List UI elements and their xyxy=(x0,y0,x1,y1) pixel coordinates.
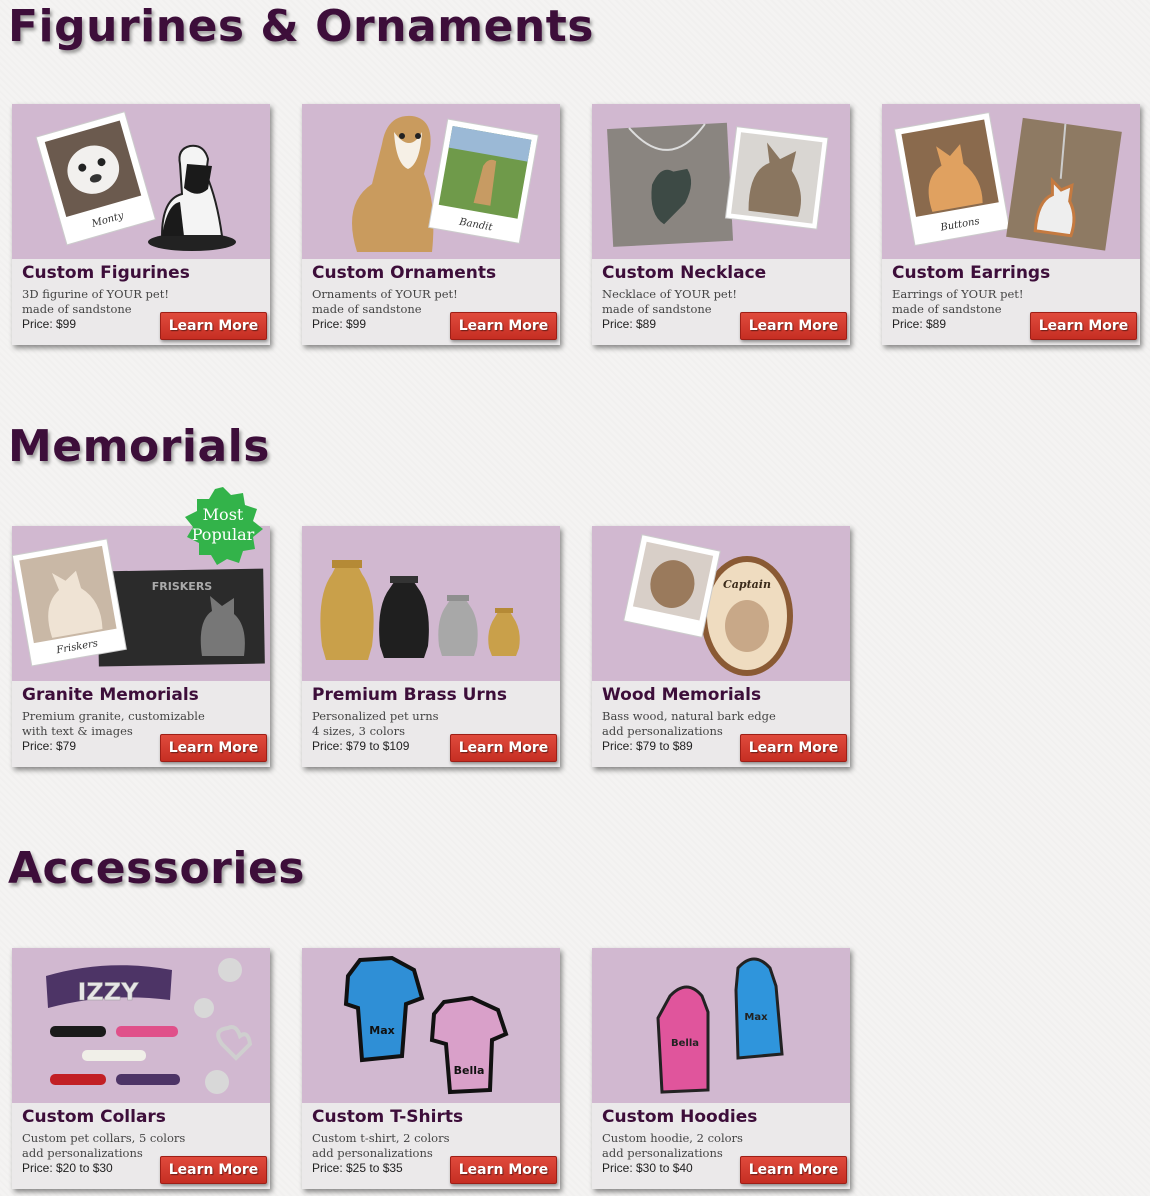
shirt-name: Bella xyxy=(454,1064,485,1077)
ornament-image[interactable]: Bandit xyxy=(302,104,560,259)
card-description-line: Premium granite, customizable xyxy=(22,709,205,723)
card-title: Custom Necklace xyxy=(602,263,767,283)
card-price: Price: $99 xyxy=(312,317,367,331)
card-price: Price: $79 to $109 xyxy=(312,739,410,753)
hoodie-name: Max xyxy=(744,1012,768,1023)
collars-image[interactable]: IZZY xyxy=(12,948,270,1103)
product-card-necklace[interactable]: Custom Necklace Necklace of YOUR pet! ma… xyxy=(592,104,850,345)
card-title: Custom T-Shirts xyxy=(312,1107,464,1127)
wood-image[interactable]: Captain xyxy=(592,526,850,681)
card-price: Price: $25 to $35 xyxy=(312,1161,403,1175)
section-title-figurines: Figurines & Ornaments xyxy=(8,1,594,52)
card-description: Personalized pet urns 4 sizes, 3 colors xyxy=(312,709,439,739)
card-price: Price: $89 xyxy=(892,317,947,331)
learn-more-button[interactable]: Learn More xyxy=(740,312,847,340)
plaque-text: Captain xyxy=(723,578,771,591)
badge-line: Most xyxy=(202,505,244,524)
card-title: Granite Memorials xyxy=(22,685,199,705)
section-title-accessories: Accessories xyxy=(8,843,305,894)
card-price: Price: $20 to $30 xyxy=(22,1161,113,1175)
urns-image[interactable] xyxy=(302,526,560,681)
card-title: Custom Hoodies xyxy=(602,1107,758,1127)
card-price: Price: $30 to $40 xyxy=(602,1161,693,1175)
necklace-image[interactable] xyxy=(592,104,850,259)
card-description: 3D figurine of YOUR pet! made of sandsto… xyxy=(22,287,169,317)
learn-more-button[interactable]: Learn More xyxy=(1030,312,1137,340)
card-description-line: add personalizations xyxy=(602,1146,723,1160)
hoodie-name: Bella xyxy=(671,1038,699,1049)
product-card-wood[interactable]: Captain Wood Memorials Bass wood, natura… xyxy=(592,526,850,767)
collar-text: IZZY xyxy=(77,978,139,1006)
card-title: Custom Figurines xyxy=(22,263,190,283)
card-price: Price: $79 xyxy=(22,739,77,753)
badge-label: Most Popular xyxy=(183,505,263,545)
card-description-line: add personalizations xyxy=(312,1146,433,1160)
card-description-line: made of sandstone xyxy=(312,302,422,316)
card-price: Price: $89 xyxy=(602,317,657,331)
card-description-line: Ornaments of YOUR pet! xyxy=(312,287,458,301)
product-card-urns[interactable]: Premium Brass Urns Personalized pet urns… xyxy=(302,526,560,767)
learn-more-button[interactable]: Learn More xyxy=(450,734,557,762)
card-title: Wood Memorials xyxy=(602,685,762,705)
learn-more-button[interactable]: Learn More xyxy=(740,734,847,762)
card-description-line: Necklace of YOUR pet! xyxy=(602,287,737,301)
card-description: Ornaments of YOUR pet! made of sandstone xyxy=(312,287,458,317)
learn-more-button[interactable]: Learn More xyxy=(450,1156,557,1184)
card-description-line: 3D figurine of YOUR pet! xyxy=(22,287,169,301)
card-description-line: Bass wood, natural bark edge xyxy=(602,709,776,723)
hoodies-image[interactable]: Bella Max xyxy=(592,948,850,1103)
badge-line: Popular xyxy=(191,525,255,544)
tshirts-image[interactable]: Max Bella xyxy=(302,948,560,1103)
card-description-line: Custom pet collars, 5 colors xyxy=(22,1131,186,1145)
learn-more-button[interactable]: Learn More xyxy=(160,312,267,340)
card-description-line: made of sandstone xyxy=(892,302,1002,316)
card-description: Custom hoodie, 2 colors add personalizat… xyxy=(602,1131,743,1161)
learn-more-button[interactable]: Learn More xyxy=(160,1156,267,1184)
card-description-line: 4 sizes, 3 colors xyxy=(312,724,405,738)
card-description-line: Custom hoodie, 2 colors xyxy=(602,1131,743,1145)
card-description-line: Custom t-shirt, 2 colors xyxy=(312,1131,450,1145)
card-description: Necklace of YOUR pet! made of sandstone xyxy=(602,287,737,317)
learn-more-button[interactable]: Learn More xyxy=(160,734,267,762)
card-title: Custom Earrings xyxy=(892,263,1051,283)
card-description-line: made of sandstone xyxy=(22,302,132,316)
figurine-image[interactable]: Monty xyxy=(12,104,270,259)
product-card-tshirts[interactable]: Max Bella Custom T-Shirts Custom t-shirt… xyxy=(302,948,560,1189)
card-description-line: Earrings of YOUR pet! xyxy=(892,287,1024,301)
section-title-memorials: Memorials xyxy=(8,421,270,472)
product-card-earrings[interactable]: Buttons Custom Earrings Earrings of YOUR… xyxy=(882,104,1140,345)
product-card-collars[interactable]: IZZY Custom Collars Custom pet collars, … xyxy=(12,948,270,1189)
shirt-name: Max xyxy=(369,1024,394,1037)
product-card-figurines[interactable]: Monty Custom Figurines 3D figurine of YO… xyxy=(12,104,270,345)
product-card-hoodies[interactable]: Bella Max Custom Hoodies Custom hoodie, … xyxy=(592,948,850,1189)
learn-more-button[interactable]: Learn More xyxy=(450,312,557,340)
card-title: Custom Ornaments xyxy=(312,263,497,283)
card-description: Custom t-shirt, 2 colors add personaliza… xyxy=(312,1131,449,1161)
card-description-line: made of sandstone xyxy=(602,302,712,316)
learn-more-button[interactable]: Learn More xyxy=(740,1156,847,1184)
card-title: Premium Brass Urns xyxy=(312,685,508,705)
most-popular-badge: Most Popular xyxy=(183,487,263,565)
card-price: Price: $79 to $89 xyxy=(602,739,693,753)
product-card-ornaments[interactable]: Bandit Custom Ornaments Ornaments of YOU… xyxy=(302,104,560,345)
plaque-text: FRISKERS xyxy=(152,580,213,593)
card-description-line: Personalized pet urns xyxy=(312,709,439,723)
earrings-image[interactable]: Buttons xyxy=(882,104,1140,259)
card-price: Price: $99 xyxy=(22,317,77,331)
card-title: Custom Collars xyxy=(22,1107,166,1127)
card-description: Earrings of YOUR pet! made of sandstone xyxy=(892,287,1024,317)
